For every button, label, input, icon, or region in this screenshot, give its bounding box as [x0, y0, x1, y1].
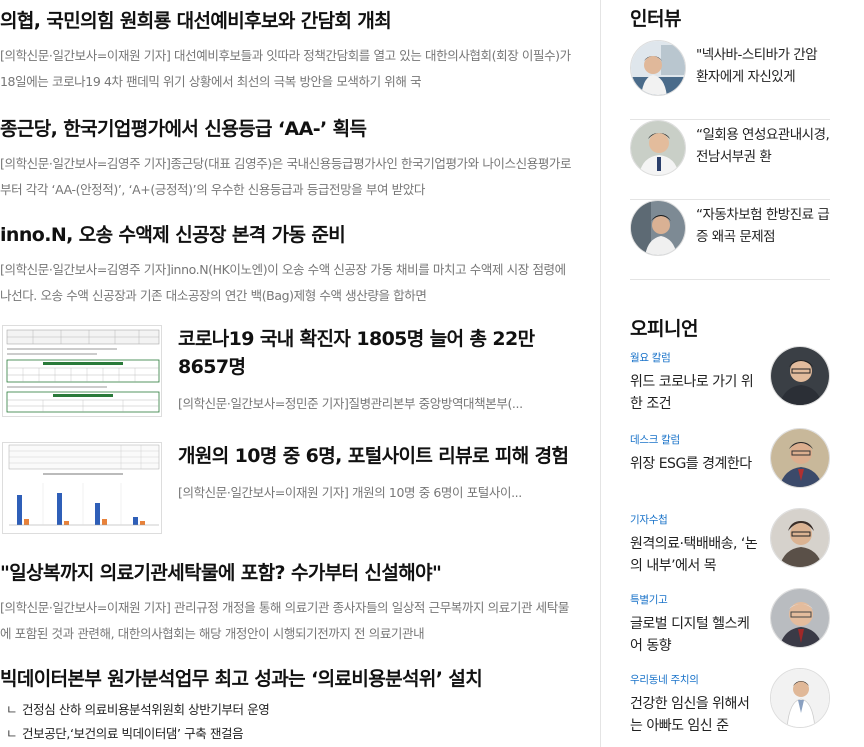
opinion-item[interactable]: 특별기고 글로벌 디지털 헬스케어 동향 — [630, 588, 830, 662]
opinion-headline[interactable]: 위장 ESG를 경계한다 — [630, 453, 760, 497]
related-article-link[interactable]: ㄴ 건정심 산하 의료비용분석위원회 상반기부터 운영 — [0, 698, 580, 722]
opinion-headline[interactable]: 위드 코로나로 가기 위한 조건 — [630, 371, 760, 415]
related-article-title[interactable]: 건보공단,‘보건의료 빅데이터댐’ 구축 잰걸음 — [22, 726, 244, 741]
article-title[interactable]: 의협, 국민의힘 원희룡 대선예비후보와 간담회 개최 — [0, 6, 580, 33]
article-item[interactable]: "일상복까지 의료기관세탁물에 포함? 수가부터 신설해야" [의학신문·일간보… — [0, 558, 580, 647]
article-item-with-thumbnail[interactable]: 개원의 10명 중 6명, 포털사이트 리뷰로 피해 경험 [의학신문·일간보사… — [0, 442, 580, 542]
columnist-photo[interactable] — [770, 346, 830, 406]
article-item[interactable]: inno.N, 오송 수액제 신공장 본격 가동 준비 [의학신문·일간보사=김… — [0, 220, 580, 309]
article-title[interactable]: 코로나19 국내 확진자 1805명 늘어 총 22만 8657명 — [178, 325, 570, 381]
article-thumbnail-chart[interactable] — [2, 442, 162, 534]
reply-arrow-icon: ㄴ — [6, 702, 18, 717]
interview-headline[interactable]: "넥사바-스티바가 간암 환자에게 자신있게 — [696, 44, 832, 88]
interview-section-title[interactable]: 인터뷰 — [630, 4, 681, 31]
article-title[interactable]: 개원의 10명 중 6명, 포털사이트 리뷰로 피해 경험 — [178, 442, 570, 470]
news-list: 의협, 국민의힘 원희룡 대선예비후보와 간담회 개최 [의학신문·일간보사=이… — [0, 0, 580, 747]
related-article-title[interactable]: 건정심 산하 의료비용분석위원회 상반기부터 운영 — [22, 702, 270, 717]
article-item[interactable]: 종근당, 한국기업평가에서 신용등급 ‘AA-’ 획득 [의학신문·일간보사=김… — [0, 114, 580, 203]
opinion-headline[interactable]: 글로벌 디지털 헬스케어 동향 — [630, 613, 760, 657]
opinion-headline[interactable]: 건강한 임신을 위해서는 아빠도 임신 준 — [630, 693, 760, 737]
opinion-item[interactable]: 월요 칼럼 위드 코로나로 가기 위한 조건 — [630, 346, 830, 420]
opinion-item[interactable]: 기자수첩 원격의료·택배배송, ‘논의 내부’에서 목 — [630, 508, 830, 582]
column-divider — [600, 0, 601, 747]
related-article-list: ㄴ 건정심 산하 의료비용분석위원회 상반기부터 운영 ㄴ 건보공단,‘보건의료 빅… — [0, 698, 580, 746]
contributor-photo[interactable] — [770, 588, 830, 648]
interview-photo[interactable] — [630, 120, 686, 176]
related-article-link[interactable]: ㄴ 건보공단,‘보건의료 빅데이터댐’ 구축 잰걸음 — [0, 722, 580, 746]
opinion-item[interactable]: 우리동네 주치의 건강한 임신을 위해서는 아빠도 임신 준 — [630, 668, 830, 742]
article-item[interactable]: 빅데이터본부 원가분석업무 최고 성과는 ‘의료비용분석위’ 설치 — [0, 664, 580, 691]
interview-headline[interactable]: “일회용 연성요관내시경, 전남서부권 환 — [696, 124, 832, 168]
article-title[interactable]: 종근당, 한국기업평가에서 신용등급 ‘AA-’ 획득 — [0, 114, 580, 141]
opinion-headline[interactable]: 원격의료·택배배송, ‘논의 내부’에서 목 — [630, 533, 760, 577]
interview-item[interactable]: “자동차보험 한방진료 급증 왜곡 문제점 — [630, 200, 830, 280]
opinion-item[interactable]: 데스크 칼럼 위장 ESG를 경계한다 — [630, 428, 830, 502]
article-excerpt: [의학신문·일간보사=이재원 기자] 관리규정 개정을 통해 의료기관 종사자들… — [0, 600, 569, 641]
reporter-photo[interactable] — [770, 508, 830, 568]
interview-item[interactable]: “일회용 연성요관내시경, 전남서부권 환 — [630, 120, 830, 200]
opinion-section-title[interactable]: 오피니언 — [630, 314, 698, 341]
article-title[interactable]: inno.N, 오송 수액제 신공장 본격 가동 준비 — [0, 220, 580, 247]
interview-photo[interactable] — [630, 40, 686, 96]
article-excerpt: [의학신문·일간보사=이재원 기자] 대선예비후보들과 잇따라 정책간담회를 열… — [0, 48, 571, 89]
columnist-photo[interactable] — [770, 428, 830, 488]
interview-headline[interactable]: “자동차보험 한방진료 급증 왜곡 문제점 — [696, 204, 832, 248]
article-excerpt: [의학신문·일간보사=김영주 기자]종근당(대표 김영주)은 국내신용등급평가사… — [0, 156, 572, 197]
interview-photo[interactable] — [630, 200, 686, 256]
article-item-with-thumbnail[interactable]: 코로나19 국내 확진자 1805명 늘어 총 22만 8657명 [의학신문·… — [0, 325, 580, 425]
article-item[interactable]: 의협, 국민의힘 원희룡 대선예비후보와 간담회 개최 [의학신문·일간보사=이… — [0, 6, 580, 95]
article-excerpt: [의학신문·일간보사=정민준 기자]질병관리본부 중앙방역대책본부(... — [178, 396, 523, 411]
article-title[interactable]: 빅데이터본부 원가분석업무 최고 성과는 ‘의료비용분석위’ 설치 — [0, 664, 580, 691]
article-excerpt: [의학신문·일간보사=이재원 기자] 개원의 10명 중 6명이 포털사이... — [178, 485, 522, 500]
article-title[interactable]: "일상복까지 의료기관세탁물에 포함? 수가부터 신설해야" — [0, 558, 580, 585]
doctor-photo[interactable] — [770, 668, 830, 728]
reply-arrow-icon: ㄴ — [6, 726, 18, 741]
article-thumbnail-table[interactable] — [2, 325, 162, 417]
interview-item[interactable]: "넥사바-스티바가 간암 환자에게 자신있게 — [630, 40, 830, 120]
article-excerpt: [의학신문·일간보사=김영주 기자]inno.N(HK이노엔)이 오송 수액 신… — [0, 262, 566, 303]
